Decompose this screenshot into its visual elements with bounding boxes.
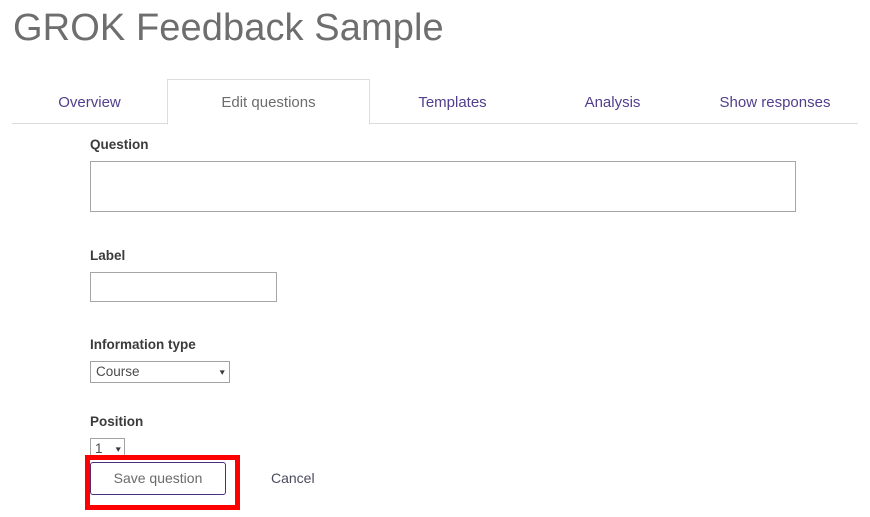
- position-value: 1: [95, 441, 103, 456]
- chevron-down-icon: ▾: [220, 366, 226, 377]
- tab-overview[interactable]: Overview: [12, 79, 167, 124]
- position-label: Position: [90, 414, 144, 429]
- save-question-button[interactable]: Save question: [90, 462, 226, 495]
- spacer-question: [90, 212, 850, 247]
- information-type-value: Course: [96, 364, 140, 379]
- tab-show-responses[interactable]: Show responses: [690, 79, 860, 124]
- tab-strip: Overview Edit questions Templates Analys…: [12, 79, 860, 125]
- label-field-group: Label: [90, 247, 850, 302]
- cancel-link[interactable]: Cancel: [271, 462, 315, 495]
- information-type-group: Information type Course ▾: [90, 336, 850, 383]
- tab-edit-questions[interactable]: Edit questions: [167, 79, 370, 125]
- question-form: Question Label Information type Course ▾…: [90, 136, 850, 460]
- spacer-label: [90, 302, 850, 336]
- page-title: GROK Feedback Sample: [13, 7, 444, 49]
- question-field-group: Question: [90, 136, 850, 212]
- tab-templates[interactable]: Templates: [370, 79, 535, 124]
- question-label: Question: [90, 137, 149, 152]
- position-group: Position 1 ▾: [90, 413, 850, 460]
- question-input[interactable]: [90, 161, 796, 212]
- label-input[interactable]: [90, 272, 277, 302]
- label-field-label: Label: [90, 248, 126, 263]
- form-actions: Save question Cancel: [90, 462, 315, 495]
- position-select[interactable]: 1 ▾: [90, 438, 125, 460]
- spacer-information-type: [90, 383, 850, 413]
- information-type-select[interactable]: Course ▾: [90, 361, 230, 383]
- chevron-down-icon: ▾: [116, 443, 122, 454]
- tab-analysis[interactable]: Analysis: [535, 79, 690, 124]
- information-type-label: Information type: [90, 337, 196, 352]
